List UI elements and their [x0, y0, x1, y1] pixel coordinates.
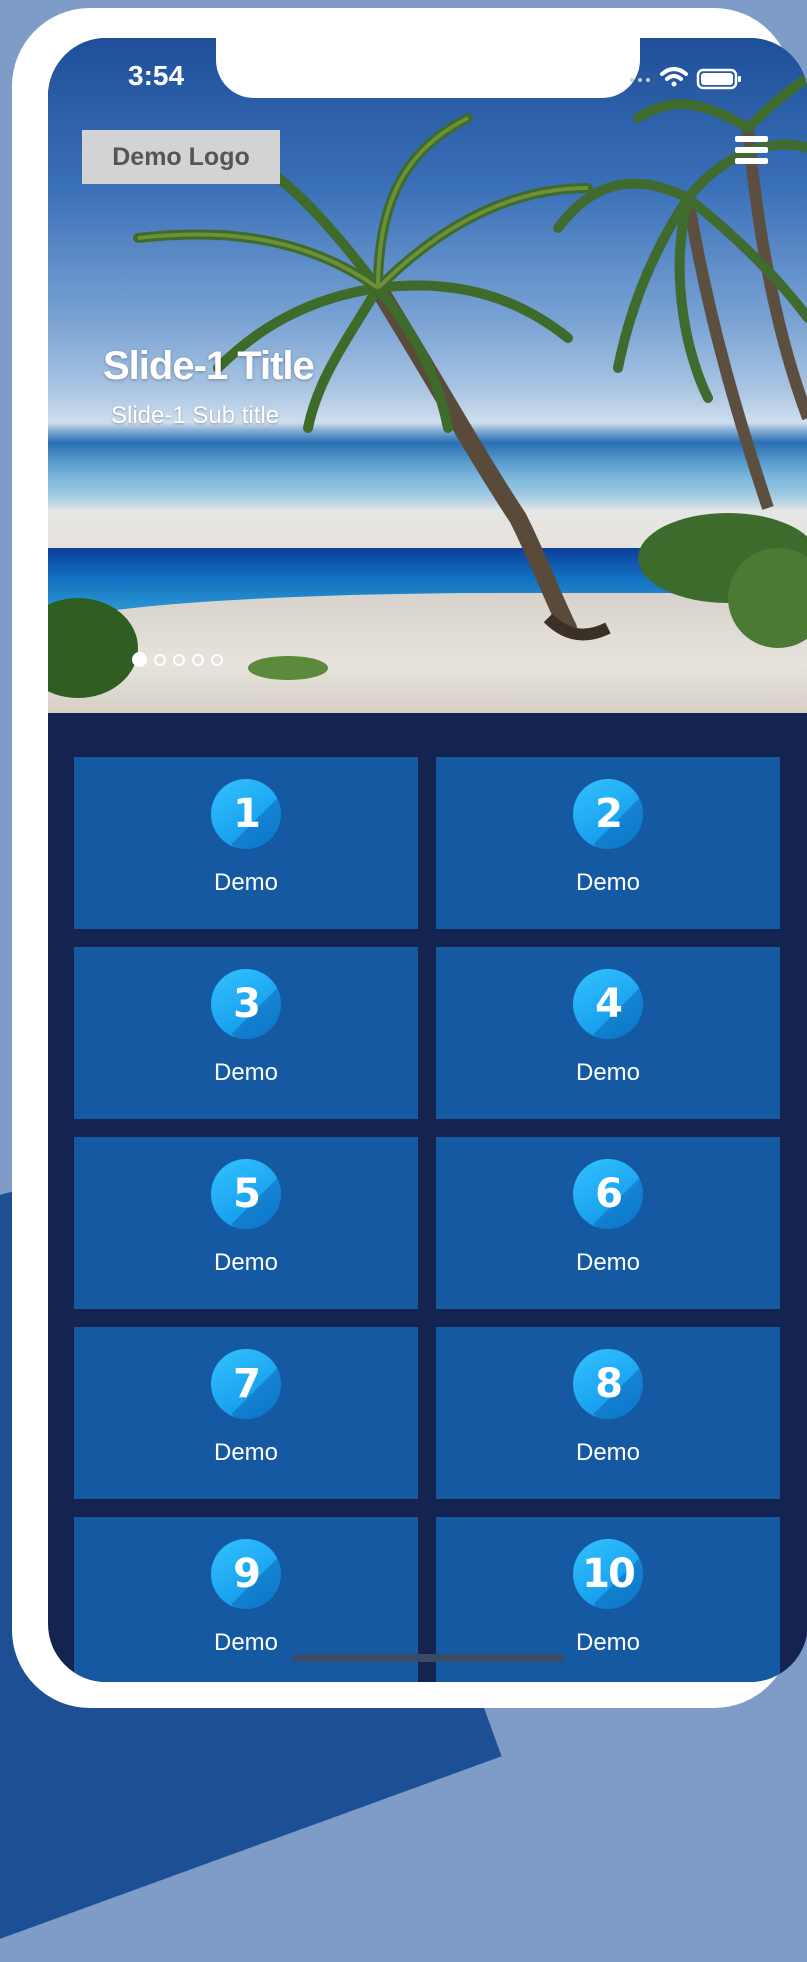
slider-dot[interactable]: [192, 653, 204, 666]
badge-number: 7: [233, 1361, 261, 1407]
hamburger-menu-icon[interactable]: [735, 136, 775, 176]
number-badge-icon: 3: [211, 969, 281, 1039]
tile-label: Demo: [575, 1439, 641, 1466]
tile-label: Demo: [575, 1629, 641, 1656]
badge-number: 1: [233, 791, 261, 837]
slider-dot[interactable]: [132, 652, 147, 667]
number-badge-icon: 9: [211, 1539, 281, 1609]
slider-dot[interactable]: [173, 653, 185, 666]
demo-grid: 1 Demo 2 Demo 3 Demo 4 Demo 5 Demo 6 Demo 7 Demo 8 Demo…: [74, 757, 782, 1682]
signal-icon: [630, 78, 650, 82]
demo-tile-5[interactable]: 5 Demo: [74, 1137, 418, 1309]
tile-label: Demo: [575, 1249, 641, 1276]
tile-label: Demo: [213, 1059, 279, 1086]
status-icons: [630, 67, 741, 90]
badge-number: 9: [233, 1551, 261, 1597]
badge-number: 2: [595, 791, 623, 837]
number-badge-icon: 10: [573, 1539, 643, 1609]
tile-label: Demo: [213, 869, 279, 896]
demo-tile-4[interactable]: 4 Demo: [436, 947, 780, 1119]
number-badge-icon: 5: [211, 1159, 281, 1229]
tile-label: Demo: [575, 1059, 641, 1086]
battery-icon: [696, 68, 741, 90]
tile-label: Demo: [575, 869, 641, 896]
slide-title: Slide-1 Title: [103, 344, 315, 388]
demo-tile-6[interactable]: 6 Demo: [436, 1137, 780, 1309]
number-badge-icon: 4: [573, 969, 643, 1039]
number-badge-icon: 7: [211, 1349, 281, 1419]
number-badge-icon: 6: [573, 1159, 643, 1229]
hero-slider[interactable]: 3:54 Demo Logo Slide-1 Title Slide-1 Sub…: [48, 38, 807, 713]
badge-number: 4: [595, 981, 623, 1027]
tile-label: Demo: [213, 1629, 279, 1656]
tile-label: Demo: [213, 1249, 279, 1276]
slide-subtitle: Slide-1 Sub title: [111, 402, 280, 429]
app-logo[interactable]: Demo Logo: [82, 130, 280, 184]
slider-pagination: [132, 652, 223, 667]
demo-tile-1[interactable]: 1 Demo: [74, 757, 418, 929]
number-badge-icon: 8: [573, 1349, 643, 1419]
number-badge-icon: 2: [573, 779, 643, 849]
badge-number: 3: [233, 981, 261, 1027]
badge-number: 10: [582, 1551, 636, 1597]
demo-tile-7[interactable]: 7 Demo: [74, 1327, 418, 1499]
badge-number: 5: [233, 1171, 261, 1217]
badge-number: 8: [595, 1361, 623, 1407]
app-screen: 3:54 Demo Logo Slide-1 Title Slide-1 Sub…: [48, 38, 807, 1682]
phone-frame: 3:54 Demo Logo Slide-1 Title Slide-1 Sub…: [12, 8, 807, 1708]
slider-dot[interactable]: [211, 653, 223, 666]
demo-tile-2[interactable]: 2 Demo: [436, 757, 780, 929]
badge-number: 6: [595, 1171, 623, 1217]
demo-tile-8[interactable]: 8 Demo: [436, 1327, 780, 1499]
home-indicator[interactable]: [292, 1654, 564, 1662]
demo-tile-3[interactable]: 3 Demo: [74, 947, 418, 1119]
number-badge-icon: 1: [211, 779, 281, 849]
tile-label: Demo: [213, 1439, 279, 1466]
slider-dot[interactable]: [154, 653, 166, 666]
device-notch: [216, 38, 640, 98]
status-time: 3:54: [128, 60, 185, 91]
wifi-icon: [660, 67, 688, 87]
